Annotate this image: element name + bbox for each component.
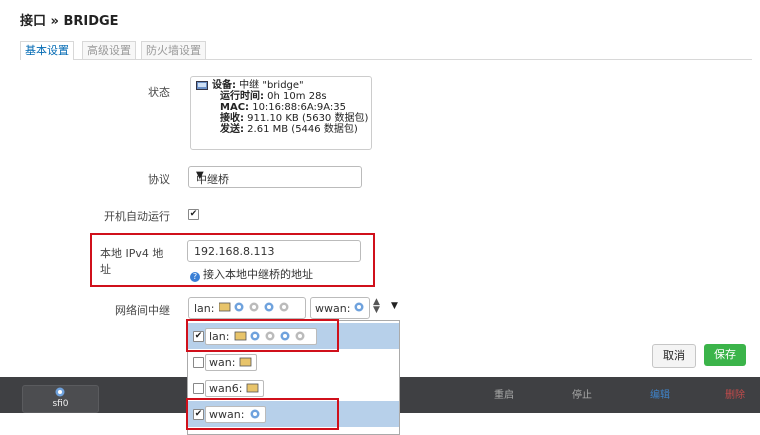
option-wan6-chip: wan6: — [205, 380, 264, 397]
status-tx-value: 2.61 MB (5446 数据包) — [244, 124, 358, 135]
ipv4-address-value: 192.168.8.113 — [194, 245, 275, 258]
status-rx-value: 911.10 KB (5630 数据包) — [244, 113, 369, 124]
ethernet-icon — [246, 383, 259, 393]
relay-network-chip-wwan[interactable]: wwan: — [310, 297, 370, 319]
status-mac-value: 10:16:88:6A:9A:35 — [249, 102, 347, 113]
page-title: 接口 » BRIDGE — [20, 14, 119, 29]
restart-button[interactable]: 重启 — [489, 386, 519, 402]
edit-button[interactable]: 编辑 — [645, 386, 675, 402]
wireless-icon — [354, 302, 364, 312]
relay-chip-wwan-label: wwan: — [315, 302, 351, 315]
autostart-label: 开机自动运行 — [104, 210, 170, 223]
cancel-button[interactable]: 取消 — [652, 344, 696, 368]
relay-network-chip-lan[interactable]: lan: — [188, 297, 306, 319]
ipv4-help-text: ? 接入本地中继桥的地址 — [190, 266, 313, 282]
chevron-down-icon: ▼ — [196, 170, 204, 181]
status-uptime-value: 0h 10m 28s — [264, 91, 327, 102]
ipv4-help-label: 接入本地中继桥的地址 — [203, 268, 313, 281]
ipv4-label: 本地 IPv4 地址 — [100, 247, 164, 276]
relay-dropdown-caret-icon[interactable]: ▼ — [391, 301, 398, 311]
ipv4-address-input[interactable]: 192.168.8.113 — [187, 240, 361, 262]
protocol-select[interactable]: 中继桥 ▼ — [188, 166, 362, 188]
status-rx-key: 接收: — [220, 113, 244, 124]
status-tx-key: 发送: — [220, 124, 244, 135]
relay-label: 网络间中继 — [115, 304, 170, 317]
wireless-icon — [55, 387, 65, 397]
relay-spinner[interactable]: ▲ ▼ — [373, 298, 380, 315]
option-wan-chip: wan: — [205, 354, 257, 371]
tab-advanced-settings[interactable]: 高级设置 — [82, 41, 136, 59]
option-wan6-checkbox[interactable] — [193, 383, 204, 394]
ethernet-icon — [239, 357, 252, 367]
tab-bar: 基本设置 高级设置 防火墙设置 — [20, 41, 752, 60]
status-device-value: 中继 "bridge" — [236, 80, 304, 91]
relay-chip-lan-label: lan: — [194, 302, 215, 315]
interface-card[interactable]: sfi0 — [22, 385, 99, 413]
option-wan-label: wan: — [209, 356, 236, 369]
status-device-key: 设备: — [212, 80, 236, 91]
autostart-checkbox[interactable]: ✔ — [188, 209, 199, 220]
option-wan6-label: wan6: — [209, 382, 243, 395]
highlight-option-wwan — [186, 398, 339, 430]
spin-down-icon: ▼ — [373, 305, 380, 315]
tab-basic-settings[interactable]: 基本设置 — [20, 41, 74, 60]
relay-option-wan[interactable]: wan: — [188, 349, 399, 375]
status-mac-key: MAC: — [220, 102, 250, 113]
tab-firewall-settings[interactable]: 防火墙设置 — [141, 41, 206, 59]
delete-button[interactable]: 删除 — [720, 386, 750, 402]
status-label: 状态 — [148, 86, 170, 99]
status-uptime-key: 运行时间: — [220, 91, 264, 102]
network-icons — [219, 302, 289, 312]
option-wan-checkbox[interactable] — [193, 357, 204, 368]
protocol-label: 协议 — [148, 173, 170, 186]
save-button[interactable]: 保存 — [704, 344, 746, 366]
network-device-icon — [196, 81, 208, 90]
status-panel: 设备: 中继 "bridge" 运行时间: 0h 10m 28s MAC: 10… — [190, 76, 372, 150]
highlight-option-lan — [186, 319, 339, 352]
help-icon: ? — [190, 272, 200, 282]
interface-name: sfi0 — [52, 399, 69, 409]
stop-button[interactable]: 停止 — [567, 386, 597, 402]
